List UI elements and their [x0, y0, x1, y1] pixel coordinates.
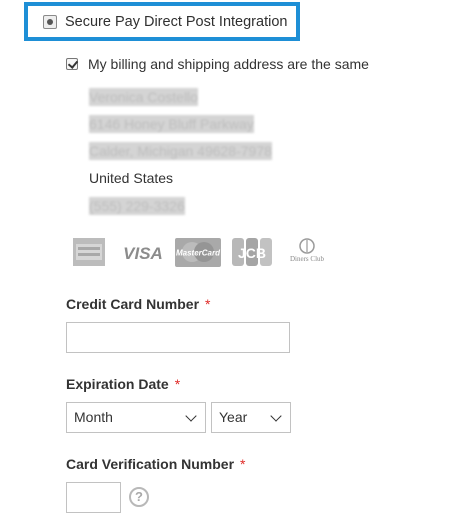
svg-text:JCB: JCB: [238, 245, 266, 261]
svg-text:MasterCard: MasterCard: [176, 249, 221, 258]
cvv-label: Card Verification Number *: [66, 456, 246, 472]
card-number-label: Credit Card Number *: [66, 296, 211, 312]
year-select-value: Year: [219, 409, 248, 425]
amex-icon: [73, 238, 105, 266]
expiration-month-select[interactable]: Month: [66, 402, 206, 433]
billing-same-label[interactable]: My billing and shipping address are the …: [88, 56, 369, 72]
required-marker: *: [240, 456, 246, 472]
svg-text:VISA: VISA: [123, 244, 163, 263]
billing-same-checkbox[interactable]: [66, 58, 79, 70]
address-city: Calder, Michigan 49628-7978: [89, 142, 272, 160]
expiration-label: Expiration Date *: [66, 376, 181, 392]
required-marker: *: [174, 376, 181, 392]
visa-icon: VISA: [123, 244, 163, 263]
address-name: Veronica Costello: [89, 88, 198, 106]
chevron-down-icon: [185, 410, 197, 422]
diners-club-icon: Diners Club: [290, 238, 325, 263]
card-number-input[interactable]: [66, 322, 290, 353]
help-icon[interactable]: ?: [129, 487, 149, 507]
payment-method-label[interactable]: Secure Pay Direct Post Integration: [65, 14, 287, 30]
mastercard-icon: MasterCard: [175, 238, 221, 267]
cvv-input[interactable]: [66, 482, 121, 513]
expiration-year-select[interactable]: Year: [211, 402, 291, 433]
address-phone: (555) 229-3326: [89, 197, 185, 215]
required-marker: *: [205, 296, 211, 312]
svg-text:Diners Club: Diners Club: [290, 255, 325, 263]
radio-selected-dot: [47, 19, 53, 25]
address-street: 6146 Honey Bluff Parkway: [89, 115, 254, 133]
payment-method-radio[interactable]: [43, 15, 57, 29]
address-country: United States: [89, 170, 174, 186]
month-select-value: Month: [74, 409, 113, 425]
chevron-down-icon: [270, 410, 282, 422]
checkmark-icon: [67, 58, 79, 69]
jcb-icon: JCB: [232, 238, 272, 266]
